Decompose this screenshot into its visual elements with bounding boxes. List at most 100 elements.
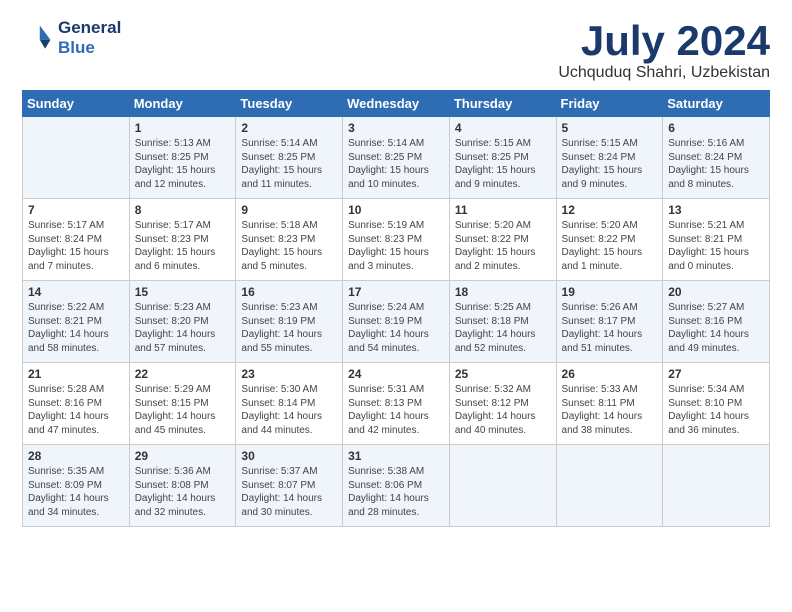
day-info: Sunrise: 5:23 AM Sunset: 8:20 PM Dayligh… [135, 301, 231, 355]
day-info: Sunrise: 5:20 AM Sunset: 8:22 PM Dayligh… [562, 219, 658, 273]
day-number: 31 [348, 449, 444, 463]
day-info: Sunrise: 5:31 AM Sunset: 8:13 PM Dayligh… [348, 383, 444, 437]
calendar-cell: 19 Sunrise: 5:26 AM Sunset: 8:17 PM Dayli… [556, 281, 663, 363]
calendar-cell: 1 Sunrise: 5:13 AM Sunset: 8:25 PM Daylig… [129, 117, 236, 199]
day-number: 11 [455, 203, 551, 217]
day-info: Sunrise: 5:17 AM Sunset: 8:24 PM Dayligh… [28, 219, 124, 273]
calendar-cell: 23Sunrise: 5:30 AM Sunset: 8:14 PM Dayli… [236, 363, 343, 445]
title-block: July 2024 Uchquduq Shahri, Uzbekistan [558, 18, 770, 82]
day-number: 14 [28, 285, 124, 299]
day-info: Sunrise: 5:18 AM Sunset: 8:23 PM Dayligh… [241, 219, 337, 273]
day-number: 12 [562, 203, 658, 217]
day-number: 8 [135, 203, 231, 217]
calendar-cell [663, 445, 770, 527]
day-info: Sunrise: 5:34 AM Sunset: 8:10 PM Dayligh… [668, 383, 764, 437]
location-title: Uchquduq Shahri, Uzbekistan [558, 64, 770, 82]
day-number: 3 [348, 121, 444, 135]
logo-text: General Blue [58, 18, 121, 58]
calendar-cell [556, 445, 663, 527]
day-info: Sunrise: 5:17 AM Sunset: 8:23 PM Dayligh… [135, 219, 231, 273]
logo-icon [22, 22, 54, 54]
day-info: Sunrise: 5:37 AM Sunset: 8:07 PM Dayligh… [241, 465, 337, 519]
day-number: 16 [241, 285, 337, 299]
calendar-cell: 14 Sunrise: 5:22 AM Sunset: 8:21 PM Dayli… [23, 281, 130, 363]
calendar-cell: 2 Sunrise: 5:14 AM Sunset: 8:25 PM Daylig… [236, 117, 343, 199]
calendar-cell [449, 445, 556, 527]
month-title: July 2024 [558, 18, 770, 64]
day-number: 9 [241, 203, 337, 217]
day-info: Sunrise: 5:21 AM Sunset: 8:21 PM Dayligh… [668, 219, 764, 273]
calendar-cell: 26 Sunrise: 5:33 AM Sunset: 8:11 PM Dayli… [556, 363, 663, 445]
calendar-cell: 28 Sunrise: 5:35 AM Sunset: 8:09 PM Dayli… [23, 445, 130, 527]
day-number: 2 [241, 121, 337, 135]
day-number: 1 [135, 121, 231, 135]
calendar-table: SundayMondayTuesdayWednesdayThursdayFrid… [22, 90, 770, 527]
week-row-4: 21 Sunrise: 5:28 AM Sunset: 8:16 PM Dayli… [23, 363, 770, 445]
day-info: Sunrise: 5:35 AM Sunset: 8:09 PM Dayligh… [28, 465, 124, 519]
day-number: 6 [668, 121, 764, 135]
col-header-friday: Friday [556, 91, 663, 117]
day-info: Sunrise: 5:14 AM Sunset: 8:25 PM Dayligh… [348, 137, 444, 191]
day-info: Sunrise: 5:27 AM Sunset: 8:16 PM Dayligh… [668, 301, 764, 355]
day-number: 30 [241, 449, 337, 463]
col-header-thursday: Thursday [449, 91, 556, 117]
day-number: 27 [668, 367, 764, 381]
day-number: 17 [348, 285, 444, 299]
day-info: Sunrise: 5:19 AM Sunset: 8:23 PM Dayligh… [348, 219, 444, 273]
calendar-cell: 17 Sunrise: 5:24 AM Sunset: 8:19 PM Dayli… [343, 281, 450, 363]
day-number: 10 [348, 203, 444, 217]
day-number: 7 [28, 203, 124, 217]
day-info: Sunrise: 5:28 AM Sunset: 8:16 PM Dayligh… [28, 383, 124, 437]
week-row-1: 1 Sunrise: 5:13 AM Sunset: 8:25 PM Daylig… [23, 117, 770, 199]
day-number: 21 [28, 367, 124, 381]
col-header-sunday: Sunday [23, 91, 130, 117]
day-info: Sunrise: 5:16 AM Sunset: 8:24 PM Dayligh… [668, 137, 764, 191]
col-header-wednesday: Wednesday [343, 91, 450, 117]
day-number: 5 [562, 121, 658, 135]
calendar-cell: 30 Sunrise: 5:37 AM Sunset: 8:07 PM Dayli… [236, 445, 343, 527]
week-row-3: 14 Sunrise: 5:22 AM Sunset: 8:21 PM Dayli… [23, 281, 770, 363]
header: General Blue July 2024 Uchquduq Shahri, … [22, 18, 770, 82]
calendar-cell: 20 Sunrise: 5:27 AM Sunset: 8:16 PM Dayli… [663, 281, 770, 363]
day-info: Sunrise: 5:22 AM Sunset: 8:21 PM Dayligh… [28, 301, 124, 355]
day-number: 26 [562, 367, 658, 381]
day-info: Sunrise: 5:29 AM Sunset: 8:15 PM Dayligh… [135, 383, 231, 437]
day-number: 20 [668, 285, 764, 299]
col-header-monday: Monday [129, 91, 236, 117]
day-number: 22 [135, 367, 231, 381]
day-number: 25 [455, 367, 551, 381]
calendar-cell: 29 Sunrise: 5:36 AM Sunset: 8:08 PM Dayli… [129, 445, 236, 527]
calendar-cell: 31Sunrise: 5:38 AM Sunset: 8:06 PM Dayli… [343, 445, 450, 527]
day-info: Sunrise: 5:13 AM Sunset: 8:25 PM Dayligh… [135, 137, 231, 191]
day-info: Sunrise: 5:26 AM Sunset: 8:17 PM Dayligh… [562, 301, 658, 355]
calendar-cell: 10 Sunrise: 5:19 AM Sunset: 8:23 PM Dayli… [343, 199, 450, 281]
calendar-cell: 16Sunrise: 5:23 AM Sunset: 8:19 PM Dayli… [236, 281, 343, 363]
logo: General Blue [22, 18, 121, 58]
day-info: Sunrise: 5:24 AM Sunset: 8:19 PM Dayligh… [348, 301, 444, 355]
day-info: Sunrise: 5:20 AM Sunset: 8:22 PM Dayligh… [455, 219, 551, 273]
calendar-cell: 3 Sunrise: 5:14 AM Sunset: 8:25 PM Daylig… [343, 117, 450, 199]
day-number: 29 [135, 449, 231, 463]
calendar-cell: 27 Sunrise: 5:34 AM Sunset: 8:10 PM Dayli… [663, 363, 770, 445]
calendar-cell: 25Sunrise: 5:32 AM Sunset: 8:12 PM Dayli… [449, 363, 556, 445]
calendar-cell: 4Sunrise: 5:15 AM Sunset: 8:25 PM Daylig… [449, 117, 556, 199]
calendar-cell: 6 Sunrise: 5:16 AM Sunset: 8:24 PM Daylig… [663, 117, 770, 199]
calendar-cell: 8 Sunrise: 5:17 AM Sunset: 8:23 PM Daylig… [129, 199, 236, 281]
day-number: 4 [455, 121, 551, 135]
calendar-cell: 13Sunrise: 5:21 AM Sunset: 8:21 PM Dayli… [663, 199, 770, 281]
day-info: Sunrise: 5:33 AM Sunset: 8:11 PM Dayligh… [562, 383, 658, 437]
page: General Blue July 2024 Uchquduq Shahri, … [0, 0, 792, 539]
day-number: 28 [28, 449, 124, 463]
calendar-cell: 7 Sunrise: 5:17 AM Sunset: 8:24 PM Daylig… [23, 199, 130, 281]
calendar-cell: 11 Sunrise: 5:20 AM Sunset: 8:22 PM Dayli… [449, 199, 556, 281]
day-info: Sunrise: 5:14 AM Sunset: 8:25 PM Dayligh… [241, 137, 337, 191]
day-number: 19 [562, 285, 658, 299]
day-info: Sunrise: 5:36 AM Sunset: 8:08 PM Dayligh… [135, 465, 231, 519]
day-info: Sunrise: 5:25 AM Sunset: 8:18 PM Dayligh… [455, 301, 551, 355]
day-info: Sunrise: 5:15 AM Sunset: 8:24 PM Dayligh… [562, 137, 658, 191]
day-number: 15 [135, 285, 231, 299]
day-number: 23 [241, 367, 337, 381]
calendar-cell: 24Sunrise: 5:31 AM Sunset: 8:13 PM Dayli… [343, 363, 450, 445]
calendar-cell: 12 Sunrise: 5:20 AM Sunset: 8:22 PM Dayli… [556, 199, 663, 281]
calendar-cell: 9 Sunrise: 5:18 AM Sunset: 8:23 PM Daylig… [236, 199, 343, 281]
